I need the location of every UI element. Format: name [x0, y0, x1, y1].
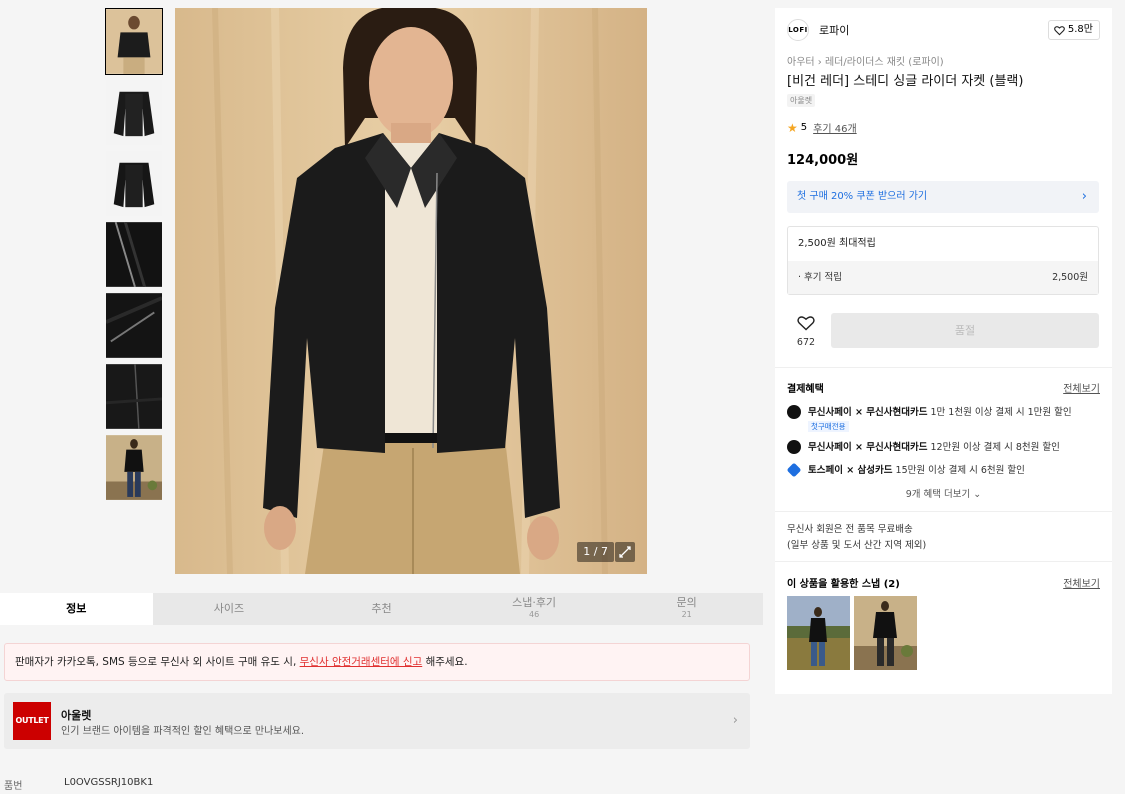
- snap-thumbnail[interactable]: [787, 596, 850, 670]
- report-link[interactable]: 무신사 안전거래센터에 신고: [300, 656, 423, 668]
- soldout-button[interactable]: 품절: [831, 313, 1099, 348]
- chevron-right-icon: ›: [817, 57, 825, 68]
- snap-section-title: 이 상품을 활용한 스냅 (2): [787, 579, 900, 590]
- brand-name[interactable]: 로파이: [819, 22, 849, 38]
- divider: [775, 511, 1112, 512]
- product-price: 124,000원: [787, 153, 859, 168]
- benefit-brand: 토스페이 × 삼성카드: [808, 465, 893, 476]
- product-number-value: L0OVGSSRJ10BK1: [64, 777, 154, 788]
- outlet-logo: OUTLET: [13, 702, 51, 740]
- buy-row: 672 품절: [787, 313, 1099, 351]
- brand-logo: LOFI: [787, 19, 809, 41]
- tab-recommend[interactable]: 추천: [305, 593, 458, 625]
- shipping-note: (일부 상품 및 도서 산간 지역 제외): [787, 540, 927, 551]
- tab-snap-review[interactable]: 스냅·후기 46: [458, 593, 611, 625]
- rating-score: 5: [800, 122, 808, 133]
- expand-icon[interactable]: [615, 542, 635, 562]
- musinsa-pay-icon: [787, 440, 801, 454]
- brand-like-button[interactable]: 5.8만: [1047, 20, 1100, 40]
- outlet-banner[interactable]: OUTLET 아울렛 인기 브랜드 아이템을 파격적인 할인 혜택으로 만나보세…: [4, 693, 750, 749]
- shipping-line: 무신사 회원은 전 품목 무료배송: [787, 524, 913, 535]
- rating: ★ 5 후기 46개: [787, 120, 857, 136]
- points-box: 2,500원 최대적립 · 후기 적립 2,500원: [787, 226, 1099, 295]
- payment-benefit-item: 무신사페이 × 무신사현대카드 1만 1천원 이상 결제 시 1만원 할인 첫구…: [787, 404, 1102, 432]
- thumbnail-list: [105, 8, 163, 505]
- tab-label: 스냅·후기: [512, 596, 557, 609]
- main-product-image[interactable]: 1 / 7: [175, 8, 647, 574]
- brand-row[interactable]: LOFI 로파이: [787, 19, 849, 41]
- thumbnail[interactable]: [105, 79, 163, 146]
- review-points-value: 2,500원: [1052, 272, 1088, 283]
- payment-benefits-title: 결제혜택: [787, 384, 824, 395]
- chevron-right-icon: ›: [1081, 189, 1087, 204]
- payment-see-all-link[interactable]: 전체보기: [1063, 380, 1100, 395]
- more-benefits-label: 9개 혜택 더보기: [905, 489, 971, 500]
- thumbnail[interactable]: [105, 221, 163, 288]
- tab-count: 21: [681, 610, 692, 619]
- warning-text: 판매자가 카카오톡, SMS 등으로 무신사 외 사이트 구매 유도 시,: [15, 656, 300, 668]
- warning-text: 해주세요.: [422, 656, 468, 668]
- tab-size[interactable]: 사이즈: [153, 593, 306, 625]
- star-icon: ★: [787, 120, 798, 135]
- musinsa-pay-icon: [787, 405, 801, 419]
- divider: [775, 561, 1112, 562]
- review-points-label: · 후기 적립: [798, 272, 843, 283]
- max-points: 2,500원 최대적립: [798, 238, 876, 249]
- divider: [775, 367, 1112, 368]
- payment-benefit-item: 토스페이 × 삼성카드 15만원 이상 결제 시 6천원 할인: [786, 462, 1102, 478]
- tab-count: 46: [528, 610, 540, 619]
- wishlist-button[interactable]: 672: [787, 313, 825, 351]
- product-number: 품번 L0OVGSSRJ10BK1: [4, 777, 153, 792]
- coupon-banner[interactable]: 첫 구매 20% 쿠폰 받으러 가기 ›: [787, 181, 1099, 213]
- thumbnail[interactable]: [105, 434, 163, 501]
- outlet-description: 인기 브랜드 아이템을 파격적인 할인 혜택으로 만나보세요.: [61, 726, 305, 737]
- fraud-warning-banner: 판매자가 카카오톡, SMS 등으로 무신사 외 사이트 구매 유도 시, 무신…: [4, 643, 750, 681]
- coupon-text: 첫 구매 20% 쿠폰 받으러 가기: [797, 191, 928, 202]
- toss-pay-icon: [786, 462, 802, 478]
- benefit-text: 12만원 이상 결제 시 8천원 할인: [927, 442, 1060, 453]
- breadcrumb-subcategory[interactable]: 레더/라이더스 재킷 (로파이): [825, 57, 944, 68]
- snap-see-all-link[interactable]: 전체보기: [1063, 575, 1100, 590]
- payment-benefit-item: 무신사페이 × 무신사현대카드 12만원 이상 결제 시 8천원 할인: [787, 439, 1102, 454]
- chevron-down-icon: ⌄: [973, 489, 982, 500]
- review-points-row: · 후기 적립 2,500원: [788, 261, 1098, 294]
- benefit-brand: 무신사페이 × 무신사현대카드: [808, 442, 928, 453]
- chevron-right-icon: ›: [732, 713, 738, 728]
- benefit-text: 15만원 이상 결제 시 6천원 할인: [892, 465, 1025, 476]
- tab-label: 정보: [66, 602, 87, 615]
- thumbnail[interactable]: [105, 292, 163, 359]
- benefit-text: 1만 1천원 이상 결제 시 1만원 할인: [927, 407, 1072, 418]
- product-info-panel: LOFI 로파이 5.8만 아우터 › 레더/라이더스 재킷 (로파이) [비건…: [775, 8, 1112, 694]
- breadcrumb-category[interactable]: 아우터: [787, 57, 815, 68]
- more-benefits-button[interactable]: 9개 혜택 더보기 ⌄: [775, 486, 1112, 500]
- tab-label: 문의: [676, 596, 697, 609]
- outlet-title: 아울렛: [61, 709, 92, 722]
- brand-like-count: 5.8만: [1067, 24, 1093, 35]
- benefit-brand: 무신사페이 × 무신사현대카드: [808, 407, 928, 418]
- tab-info[interactable]: 정보: [0, 593, 153, 625]
- shipping-info: 무신사 회원은 전 품목 무료배송 (일부 상품 및 도서 산간 지역 제외): [787, 522, 926, 554]
- wishlist-count: 672: [796, 337, 816, 348]
- product-media-column: 1 / 7 정보 사이즈 추천 스냅·후기 46 문의 21 판매자가 카카오톡, …: [0, 0, 763, 794]
- breadcrumb: 아우터 › 레더/라이더스 재킷 (로파이): [787, 53, 944, 68]
- product-number-label: 품번: [4, 781, 23, 792]
- heart-icon: [797, 316, 815, 331]
- snap-thumbnail[interactable]: [854, 596, 917, 670]
- thumbnail[interactable]: [105, 8, 163, 75]
- tab-label: 사이즈: [213, 602, 245, 615]
- thumbnail[interactable]: [105, 363, 163, 430]
- product-title: [비건 레더] 스테디 싱글 라이더 자켓 (블랙): [787, 74, 1024, 89]
- thumbnail[interactable]: [105, 150, 163, 217]
- heart-icon: [1054, 25, 1065, 35]
- review-count-link[interactable]: 후기 46개: [813, 120, 857, 135]
- snap-images: [787, 596, 917, 670]
- image-counter: 1 / 7: [577, 542, 614, 562]
- product-tag: 아울렛: [787, 94, 816, 107]
- product-tabs: 정보 사이즈 추천 스냅·후기 46 문의 21: [0, 593, 763, 625]
- benefit-tag: 첫구매전용: [808, 421, 849, 432]
- tab-label: 추천: [371, 602, 392, 615]
- tab-inquiry[interactable]: 문의 21: [610, 593, 763, 625]
